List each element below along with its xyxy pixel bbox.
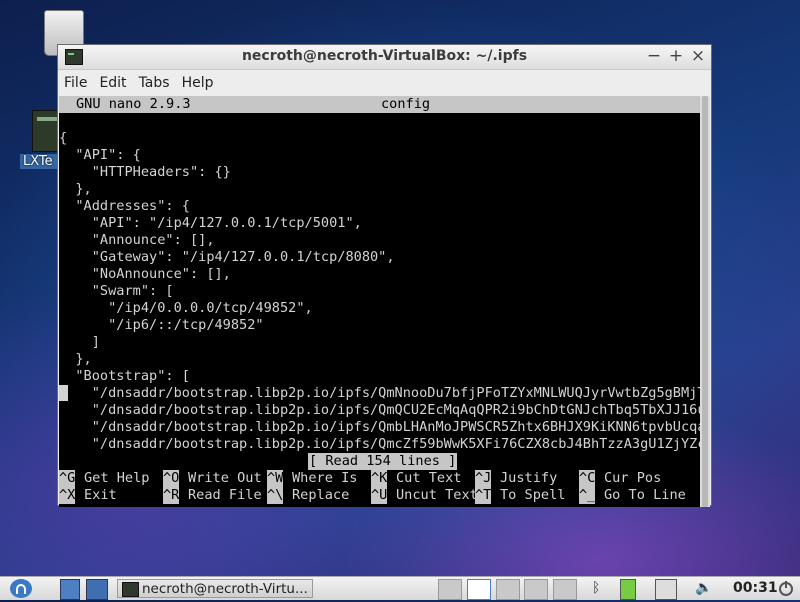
file-line: "Swarm": [ [59, 283, 174, 299]
file-line: }, [59, 351, 92, 367]
shortcut-label: Write Out [188, 470, 262, 486]
file-manager-icon[interactable] [60, 579, 80, 600]
shortcut-key: ^_ [579, 487, 596, 504]
file-line: "HTTPHeaders": {} [59, 164, 231, 180]
shortcut-key: ^\ [267, 487, 284, 504]
terminal-icon [122, 582, 139, 597]
file-line: "/dnsaddr/bootstrap.libp2p.io/ipfs/QmcZf… [59, 436, 700, 452]
file-line: "Addresses": { [59, 198, 190, 214]
taskbar-window-label: necroth@necroth-Virtu... [142, 581, 308, 597]
file-line: "/ip6/::/tcp/49852" [59, 317, 264, 333]
shortcut-label: Justify [500, 470, 558, 486]
start-menu-button[interactable] [10, 579, 32, 598]
menu-bar: File Edit Tabs Help [58, 70, 711, 96]
file-line: "/ip4/0.0.0.0/tcp/49852", [59, 300, 313, 316]
window-titlebar[interactable]: necroth@necroth-VirtualBox: ~/.ipfs − + … [58, 45, 711, 70]
terminal-window: necroth@necroth-VirtualBox: ~/.ipfs − + … [57, 44, 712, 507]
power-icon[interactable] [778, 579, 794, 598]
shortcut-key: ^R [163, 487, 180, 504]
shortcut-label: To Spell [500, 487, 566, 503]
shortcut-label: Uncut Text [396, 487, 478, 503]
shortcut-label: Exit [84, 487, 117, 503]
file-line: }, [59, 181, 92, 197]
menu-help[interactable]: Help [182, 75, 214, 91]
shortcut-key: ^K [371, 470, 388, 487]
web-browser-icon[interactable] [86, 579, 108, 600]
taskbar-window-button[interactable]: necroth@necroth-Virtu... [117, 579, 313, 598]
file-line: "Gateway": "/ip4/127.0.0.1/tcp/8080", [59, 249, 395, 265]
shortcut-label: Get Help [84, 470, 150, 486]
menu-edit[interactable]: Edit [99, 75, 126, 91]
workspace-5[interactable] [553, 579, 577, 600]
nano-filename: config [381, 96, 431, 112]
nano-header: GNU nano 2.9.3 config [59, 96, 700, 113]
shortcut-key: ^G [59, 470, 76, 487]
menu-file[interactable]: File [64, 75, 87, 91]
text-cursor [59, 385, 68, 401]
file-line: "/dnsaddr/bootstrap.libp2p.io/ipfs/QmNno… [59, 385, 700, 401]
volume-icon[interactable]: 🔈 [695, 579, 712, 598]
bluetooth-icon[interactable]: ᛒ [592, 579, 600, 598]
file-line: "NoAnnounce": [], [59, 266, 231, 282]
shortcut-key: ^U [371, 487, 388, 504]
close-button[interactable]: × [689, 46, 707, 66]
file-line: "API": { [59, 147, 141, 163]
nano-version: GNU nano 2.9.3 [76, 96, 191, 112]
shortcut-key: ^W [267, 470, 284, 487]
nano-status-message: [ Read 154 lines ] [308, 453, 458, 470]
workspace-1[interactable] [438, 579, 462, 600]
clock[interactable]: 00:31 [733, 579, 778, 598]
terminal-area[interactable]: GNU nano 2.9.3 config { "API": { "HTTPHe… [59, 96, 700, 507]
shortcut-key: ^J [475, 470, 492, 487]
terminal-scrollbar[interactable] [700, 96, 710, 507]
taskbar: necroth@necroth-Virtu... ᛒ 🔈 00:31 [0, 576, 800, 600]
shortcut-key: ^O [163, 470, 180, 487]
shortcut-key: ^C [579, 470, 596, 487]
file-line: "Announce": [], [59, 232, 215, 248]
menu-tabs[interactable]: Tabs [139, 75, 170, 91]
shortcut-key: ^T [475, 487, 492, 504]
network-icon[interactable] [655, 579, 677, 600]
workspace-3[interactable] [496, 579, 520, 600]
shortcut-label: Cur Pos [604, 470, 662, 486]
shortcut-key: ^X [59, 487, 76, 504]
file-line: ] [59, 334, 100, 350]
file-line: "/dnsaddr/bootstrap.libp2p.io/ipfs/QmQCU… [59, 402, 700, 418]
window-title: necroth@necroth-VirtualBox: ~/.ipfs [241, 48, 528, 64]
shortcut-label: Cut Text [396, 470, 462, 486]
maximize-button[interactable]: + [667, 46, 685, 66]
file-line: "Bootstrap": [ [59, 368, 190, 384]
file-line: "API": "/ip4/127.0.0.1/tcp/5001", [59, 215, 362, 231]
file-line: { [59, 130, 68, 146]
battery-icon[interactable] [620, 579, 636, 600]
scrollbar-thumb[interactable] [702, 96, 708, 507]
minimize-button[interactable]: − [645, 46, 663, 66]
shortcut-label: Where Is [292, 470, 358, 486]
shortcut-label: Replace [292, 487, 350, 503]
file-line: "/dnsaddr/bootstrap.libp2p.io/ipfs/QmbLH… [59, 419, 700, 435]
workspace-4[interactable] [524, 579, 548, 600]
shortcut-label: Go To Line [604, 487, 686, 503]
shortcut-label: Read File [188, 487, 262, 503]
workspace-2[interactable] [467, 579, 491, 600]
